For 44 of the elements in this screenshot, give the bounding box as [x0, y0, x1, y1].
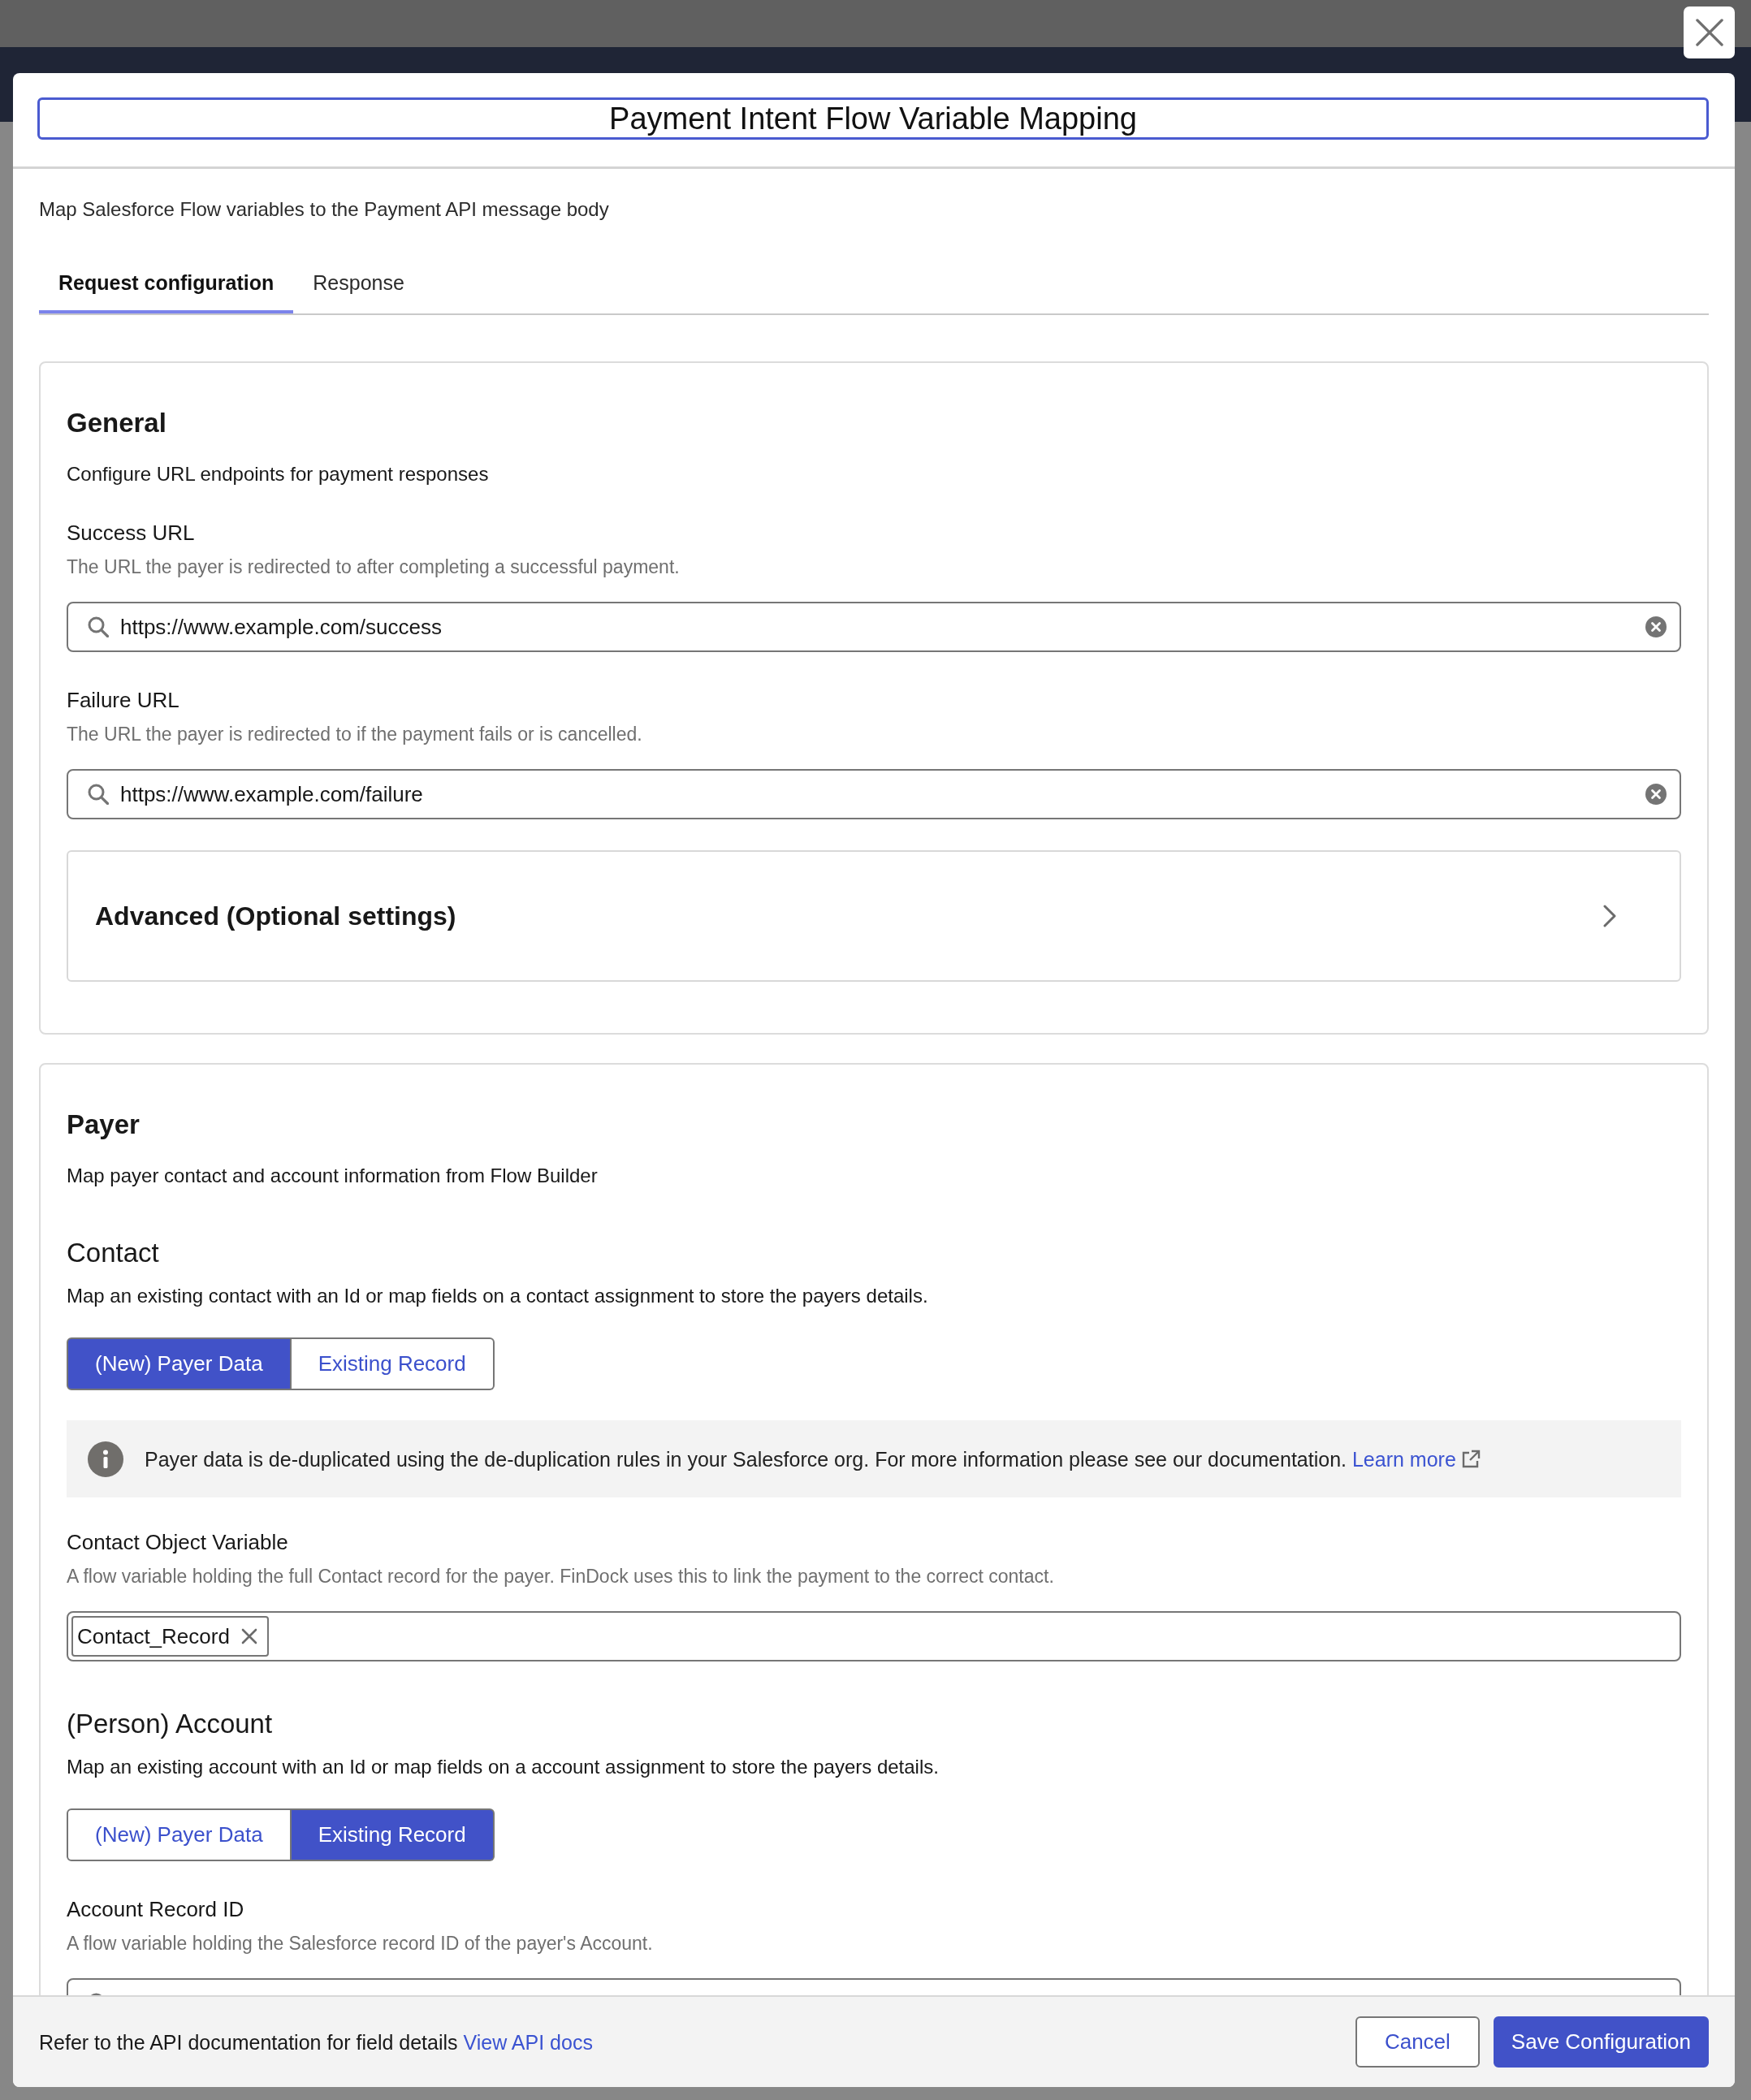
close-icon — [1695, 19, 1723, 46]
external-link-icon — [1460, 1449, 1481, 1469]
multi-select-field[interactable]: Contact_Record — [67, 1611, 1681, 1661]
tab[interactable]: Response — [293, 257, 424, 313]
dialog-description: Map Salesforce Flow variables to the Payment API message body — [39, 197, 610, 222]
footer-note: Refer to the API documentation for field details View API docs — [39, 2029, 593, 2055]
group-description: Map an existing contact with an Id or map fields on a contact assignment to store the payers details. — [67, 1284, 929, 1308]
cancel-button[interactable]: Cancel — [1355, 2016, 1480, 2068]
field-label: Account Record ID — [67, 1896, 245, 1923]
segment-option[interactable]: Existing Record — [291, 1808, 495, 1861]
group-heading: (Person) Account — [67, 1708, 274, 1740]
group-description: Map an existing account with an Id or map fields on a account assignment to store the payers details. — [67, 1755, 940, 1779]
field-help-text: The URL the payer is redirected to after completing a successful payment. — [67, 555, 681, 579]
search-icon — [88, 616, 109, 637]
section-description: Configure URL endpoints for payment responses — [67, 462, 490, 486]
cross-circle-icon[interactable] — [1645, 784, 1667, 805]
segment-option[interactable]: (New) Payer Data — [67, 1337, 292, 1390]
search-icon — [88, 784, 109, 805]
info-icon — [88, 1441, 123, 1477]
search-field[interactable]: https://www.example.com/success — [67, 602, 1681, 652]
learn-more-link[interactable]: Learn more — [1351, 1447, 1481, 1471]
dialog-title: Payment Intent Flow Variable Mapping — [37, 97, 1709, 140]
search-field[interactable]: https://www.example.com/failure — [67, 769, 1681, 819]
field-label: Failure URL — [67, 687, 180, 714]
field-label: Success URL — [67, 520, 196, 547]
api-docs-link[interactable]: View API docs — [463, 2030, 593, 2054]
advanced-settings-toggle[interactable]: Advanced (Optional settings) — [67, 850, 1681, 982]
selected-value-pill[interactable]: Contact_Record — [71, 1616, 269, 1657]
section-heading: Payer — [67, 1108, 141, 1141]
field-help-text: The URL the payer is redirected to if the payment fails or is cancelled. — [67, 723, 643, 746]
notice-text: Payer data is de-duplicated using the de-duplication rules in your Salesforce org. For more information please see our documentation. Learn more — [145, 1444, 1481, 1474]
segment-option[interactable]: Existing Record — [291, 1337, 495, 1390]
cross-circle-icon[interactable] — [1645, 616, 1667, 637]
group-heading: Contact — [67, 1237, 160, 1269]
field-help-text: A flow variable holding the full Contact record for the payer. FinDock uses this to link the payment to the correct contact. — [67, 1565, 1055, 1588]
cross-icon[interactable] — [240, 1628, 257, 1644]
field-label: Contact Object Variable — [67, 1529, 289, 1556]
tab[interactable]: Request configuration — [39, 257, 294, 313]
section-description: Map payer contact and account information from Flow Builder — [67, 1164, 599, 1188]
section-heading: General — [67, 407, 167, 439]
close-button[interactable] — [1684, 6, 1735, 58]
field-help-text: A flow variable holding the Salesforce record ID of the payer's Account. — [67, 1932, 654, 1955]
save-button[interactable]: Save Configuration — [1493, 2016, 1709, 2068]
segment-option[interactable]: (New) Payer Data — [67, 1808, 292, 1861]
